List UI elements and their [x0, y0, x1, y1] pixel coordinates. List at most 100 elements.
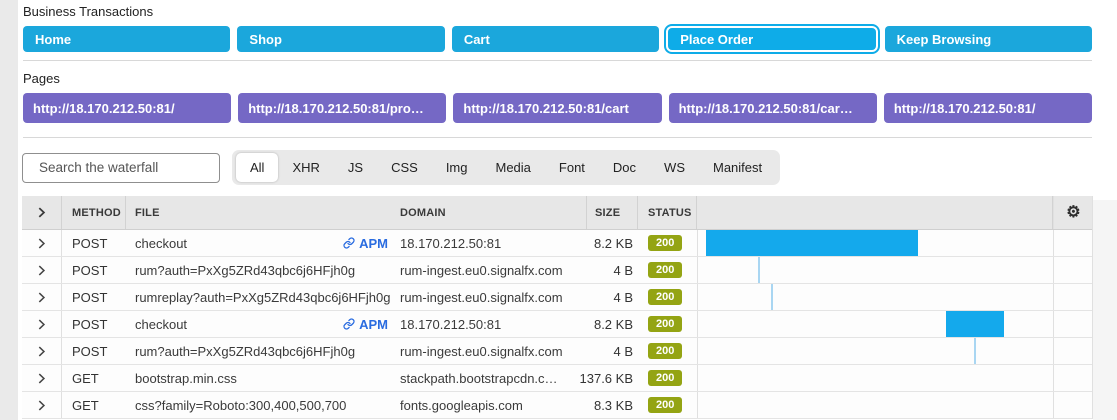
waterfall-cell	[697, 284, 1053, 310]
chevron-right-icon	[36, 400, 47, 411]
status-badge: 200	[648, 343, 682, 359]
filter-tab-media[interactable]: Media	[481, 153, 544, 182]
row-gear-cell	[1053, 257, 1093, 283]
status-cell: 200	[638, 365, 697, 391]
row-expand-toggle[interactable]	[22, 392, 62, 418]
domain-cell: stackpath.bootstrapcdn.c…	[390, 365, 587, 391]
file-cell: rum?auth=PxXg5ZRd43qbc6j6HFjh0g	[126, 257, 390, 283]
chevron-right-icon	[36, 238, 47, 249]
method-cell: POST	[62, 338, 126, 364]
waterfall-bar[interactable]	[758, 257, 760, 283]
size-cell: 137.6 KB	[587, 365, 638, 391]
filter-tab-xhr[interactable]: XHR	[278, 153, 333, 182]
status-cell: 200	[638, 257, 697, 283]
waterfall-bar[interactable]	[771, 284, 773, 310]
table-row: POST rumreplay?auth=PxXg5ZRd43qbc6j6HFjh…	[22, 284, 1092, 311]
filter-tab-css[interactable]: CSS	[377, 153, 432, 182]
domain-cell: fonts.googleapis.com	[390, 392, 587, 418]
method-cell: POST	[62, 311, 126, 337]
table-row: POST checkout APM 18.170.212.50:81 8.2 K…	[22, 311, 1092, 338]
bt-button-home[interactable]: Home	[23, 26, 230, 52]
file-name: bootstrap.min.css	[135, 371, 237, 386]
waterfall-bar[interactable]	[974, 338, 976, 364]
apm-link[interactable]: APM	[343, 236, 388, 251]
status-badge: 200	[648, 397, 682, 413]
row-gear-cell	[1053, 230, 1093, 256]
table-row: GET bootstrap.min.css stackpath.bootstra…	[22, 365, 1092, 392]
waterfall-table: METHOD FILE DOMAIN SIZE STATUS ⚙ POST ch…	[22, 196, 1093, 419]
filter-tab-manifest[interactable]: Manifest	[699, 153, 776, 182]
business-transactions-label: Business Transactions	[23, 4, 1092, 19]
row-expand-toggle[interactable]	[22, 284, 62, 310]
page-button-5[interactable]: http://18.170.212.50:81/	[884, 93, 1092, 123]
file-cell: rumreplay?auth=PxXg5ZRd43qbc6j6HFjh0g	[126, 284, 390, 310]
row-expand-toggle[interactable]	[22, 338, 62, 364]
filter-tab-ws[interactable]: WS	[650, 153, 699, 182]
chevron-right-icon	[36, 319, 47, 330]
filter-tab-js[interactable]: JS	[334, 153, 377, 182]
method-cell: POST	[62, 284, 126, 310]
table-row: POST rum?auth=PxXg5ZRd43qbc6j6HFjh0g rum…	[22, 257, 1092, 284]
file-name: rum?auth=PxXg5ZRd43qbc6j6HFjh0g	[135, 344, 355, 359]
row-gear-cell	[1053, 311, 1093, 337]
file-name: rum?auth=PxXg5ZRd43qbc6j6HFjh0g	[135, 263, 355, 278]
waterfall-cell	[697, 392, 1053, 418]
size-cell: 8.2 KB	[587, 230, 638, 256]
expand-all-header[interactable]	[22, 196, 62, 229]
bt-button-shop[interactable]: Shop	[237, 26, 444, 52]
chevron-right-icon	[36, 292, 47, 303]
row-expand-toggle[interactable]	[22, 257, 62, 283]
waterfall-bar[interactable]	[946, 311, 1004, 337]
bt-button-place-order[interactable]: Place Order	[666, 26, 877, 52]
domain-cell: rum-ingest.eu0.signalfx.com	[390, 257, 587, 283]
status-cell: 200	[638, 284, 697, 310]
size-cell: 8.2 KB	[587, 311, 638, 337]
pages-label: Pages	[23, 71, 1092, 86]
filter-tab-doc[interactable]: Doc	[599, 153, 650, 182]
table-row: POST rum?auth=PxXg5ZRd43qbc6j6HFjh0g rum…	[22, 338, 1092, 365]
row-expand-toggle[interactable]	[22, 365, 62, 391]
row-gear-cell	[1053, 392, 1093, 418]
table-settings-cell[interactable]: ⚙	[1053, 196, 1093, 229]
waterfall-bar[interactable]	[706, 230, 918, 256]
waterfall-cell	[697, 311, 1053, 337]
chevron-right-icon	[36, 373, 47, 384]
domain-cell: 18.170.212.50:81	[390, 311, 587, 337]
waterfall-cell	[697, 230, 1053, 256]
filter-tab-font[interactable]: Font	[545, 153, 599, 182]
row-gear-cell	[1053, 338, 1093, 364]
content: Business Transactions Home Shop Cart Pla…	[18, 0, 1117, 420]
waterfall-cell	[697, 365, 1053, 391]
page-button-1[interactable]: http://18.170.212.50:81/	[23, 93, 231, 123]
filter-tab-all[interactable]: All	[236, 153, 278, 182]
filter-tab-img[interactable]: Img	[432, 153, 482, 182]
domain-cell: 18.170.212.50:81	[390, 230, 587, 256]
row-expand-toggle[interactable]	[22, 230, 62, 256]
page-button-3[interactable]: http://18.170.212.50:81/cart	[453, 93, 661, 123]
method-cell: POST	[62, 257, 126, 283]
file-cell: checkout APM	[126, 230, 390, 256]
size-cell: 4 B	[587, 338, 638, 364]
table-row: GET css?family=Roboto:300,400,500,700 fo…	[22, 392, 1092, 419]
file-name: css?family=Roboto:300,400,500,700	[135, 398, 346, 413]
search-input[interactable]	[39, 160, 216, 175]
waterfall-cell	[697, 257, 1053, 283]
resource-filter-tabs: All XHR JS CSS Img Media Font Doc WS Man…	[232, 150, 780, 185]
divider	[23, 137, 1092, 138]
row-gear-cell	[1053, 365, 1093, 391]
column-header-file: FILE	[126, 196, 390, 229]
bt-button-keep-browsing[interactable]: Keep Browsing	[885, 26, 1092, 52]
apm-link[interactable]: APM	[343, 317, 388, 332]
column-header-size: SIZE	[587, 196, 638, 229]
page-button-2[interactable]: http://18.170.212.50:81/pro…	[238, 93, 446, 123]
bt-button-cart[interactable]: Cart	[452, 26, 659, 52]
chevron-right-icon	[36, 346, 47, 357]
status-cell: 200	[638, 392, 697, 418]
gear-icon[interactable]: ⚙	[1066, 205, 1081, 221]
page-button-4[interactable]: http://18.170.212.50:81/car…	[669, 93, 877, 123]
file-cell: checkout APM	[126, 311, 390, 337]
row-expand-toggle[interactable]	[22, 311, 62, 337]
waterfall-search[interactable]	[22, 153, 220, 183]
waterfall-panel: Business Transactions Home Shop Cart Pla…	[0, 0, 1117, 420]
status-cell: 200	[638, 230, 697, 256]
